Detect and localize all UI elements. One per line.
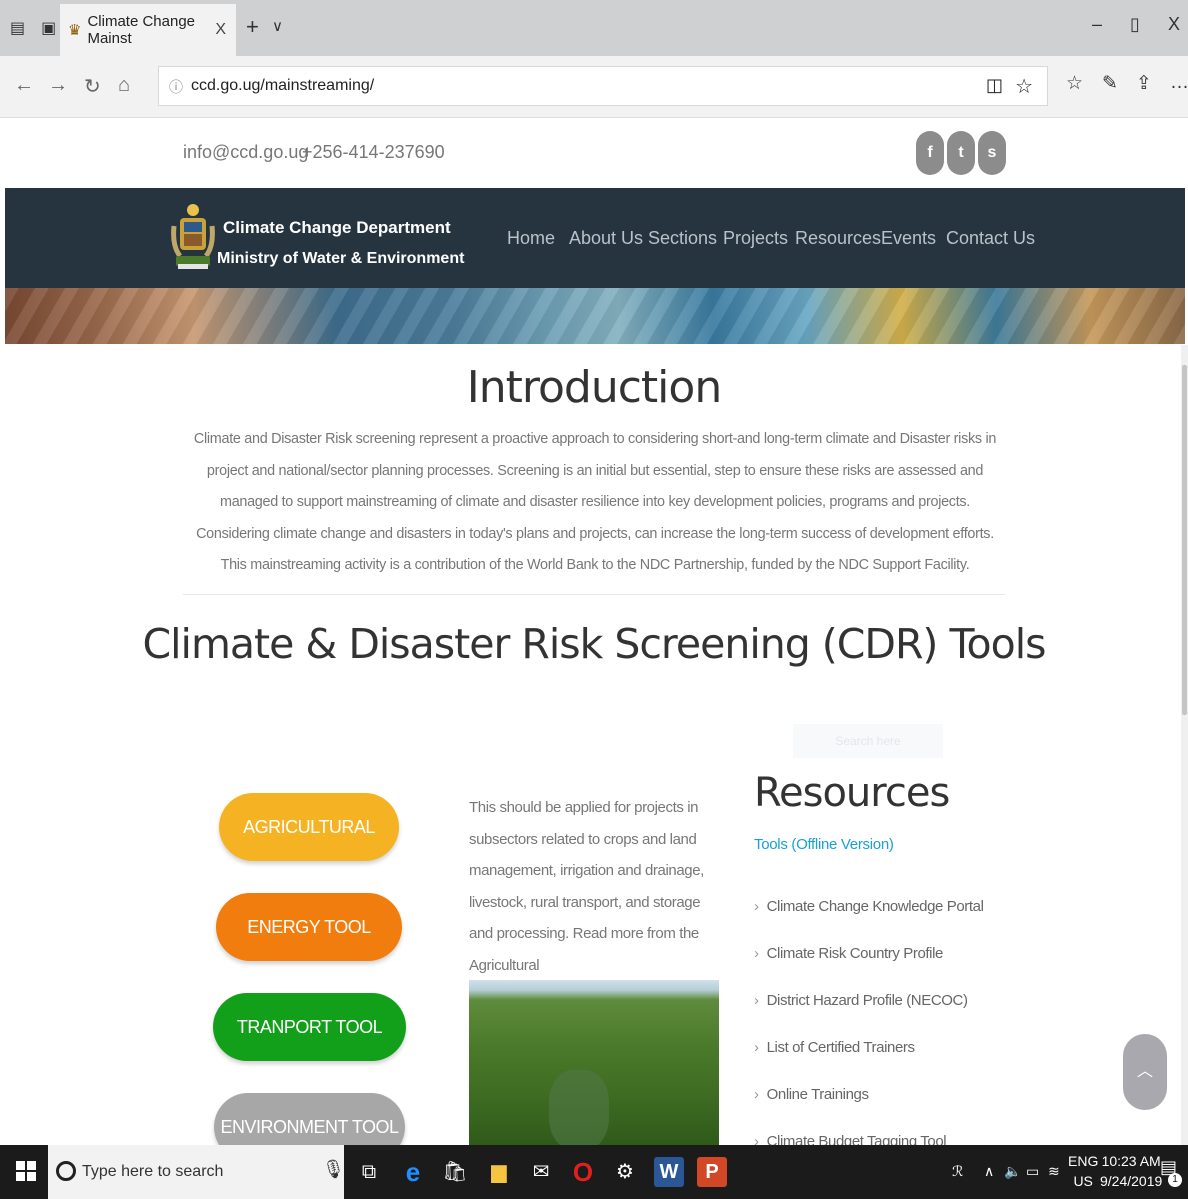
agricultural-tool-button[interactable]: AGRICULTURAL TOOL — [219, 793, 399, 905]
windows-taskbar: Type here to search 🎙 ⧉ e 🛍 ▆ ✉ O ⚙ W P … — [0, 1145, 1188, 1199]
energy-tool-button[interactable]: ENERGY TOOL — [216, 893, 402, 961]
home-icon[interactable]: ⌂ — [118, 74, 130, 97]
nav-projects[interactable]: Projects — [723, 228, 788, 249]
page-scrollbar[interactable] — [1181, 345, 1188, 1145]
wifi-icon[interactable]: ≋ — [1048, 1163, 1060, 1180]
input-language[interactable]: ENG US — [1068, 1151, 1098, 1191]
nav-events[interactable]: Events — [881, 228, 936, 249]
brand-line-1[interactable]: Climate Change Department — [223, 218, 451, 238]
resource-link[interactable]: › District Hazard Profile (NECOC) — [754, 992, 968, 1009]
forest-aerial-image — [469, 980, 719, 1150]
contact-email-link[interactable]: info@ccd.go.ug — [183, 142, 308, 163]
opera-icon[interactable]: O — [568, 1157, 598, 1187]
taskbar-clock[interactable]: 10:23 AM 9/24/2019 — [1100, 1151, 1162, 1191]
intro-text: Climate and Disaster Risk screening repr… — [193, 431, 997, 573]
intro-title: Introduction — [466, 362, 722, 413]
file-explorer-icon[interactable]: ▆ — [484, 1157, 514, 1187]
clock-time: 10:23 AM — [1101, 1153, 1161, 1169]
mail-icon[interactable]: ✉ — [526, 1157, 556, 1187]
resource-link[interactable]: › List of Certified Trainers — [754, 1039, 915, 1056]
cdr-tools-title: Climate & Disaster Risk Screening (CDR) … — [142, 620, 1047, 668]
skype-icon[interactable]: s — [978, 131, 1006, 175]
transport-tool-button[interactable]: TRANPORT TOOL — [213, 993, 406, 1061]
nav-about-us[interactable]: About Us — [569, 228, 643, 249]
resource-link[interactable]: › Climate Change Knowledge Portal — [754, 898, 984, 915]
pen-icon[interactable]: ✎ — [1102, 72, 1118, 95]
taskbar-search-placeholder[interactable]: Type here to search — [82, 1163, 223, 1181]
task-view-icon[interactable]: ⧉ — [354, 1157, 384, 1187]
notification-count-badge: 1 — [1168, 1173, 1182, 1187]
contact-strip: info@ccd.go.ug +256-414-237690 f t s — [0, 120, 1188, 188]
uganda-coat-of-arms-icon[interactable] — [170, 196, 216, 272]
resources-title: Resources — [754, 770, 950, 816]
resource-link[interactable]: › Online Trainings — [754, 1086, 869, 1103]
url-input[interactable]: ⓘ ccd.go.ug/mainstreaming/ ◫ ☆ — [158, 66, 1048, 106]
tab-title: Climate Change Mainst — [87, 13, 196, 47]
chevron-right-icon: › — [754, 1039, 759, 1056]
chevron-right-icon: › — [754, 945, 759, 962]
back-to-top-button[interactable]: ︿ — [1123, 1034, 1167, 1110]
tab-close-button[interactable]: X — [215, 21, 226, 39]
forward-arrow-icon[interactable]: → — [48, 74, 68, 97]
clock-date: 9/24/2019 — [1100, 1173, 1163, 1189]
volume-icon[interactable]: 🔈 — [1004, 1163, 1021, 1180]
site-info-icon[interactable]: ⓘ — [169, 77, 183, 97]
maximize-button[interactable]: ▯ — [1130, 14, 1140, 35]
address-bar-row: ← → ↻ ⌂ ⓘ ccd.go.ug/mainstreaming/ ◫ ☆ — [0, 56, 1188, 118]
new-tab-button[interactable]: + — [246, 14, 259, 40]
url-text[interactable]: ccd.go.ug/mainstreaming/ — [191, 77, 374, 95]
nav-contact-us[interactable]: Contact Us — [946, 228, 1035, 249]
tab-list-button[interactable]: ∨ — [272, 17, 283, 35]
browser-tab-bar: ▤ ▣ ♛ Climate Change Mainst X + ∨ – ▯ X — [0, 0, 1188, 56]
favorite-star-icon[interactable]: ☆ — [1015, 74, 1033, 99]
share-icon[interactable]: ⇪ — [1136, 72, 1152, 95]
taskbar-search[interactable]: Type here to search 🎙 — [48, 1145, 345, 1199]
reading-view-icon[interactable]: ◫ — [986, 75, 1003, 96]
nav-home[interactable]: Home — [507, 228, 555, 249]
people-icon[interactable]: ℛ — [952, 1163, 963, 1180]
site-header: Climate Change Department Ministry of Wa… — [5, 188, 1185, 288]
nav-resources[interactable]: Resources — [795, 228, 881, 249]
set-aside-tabs-icon[interactable]: ▤ — [10, 18, 25, 38]
minimize-button[interactable]: – — [1092, 14, 1102, 35]
chevron-right-icon: › — [754, 898, 759, 915]
chevron-right-icon: › — [754, 1086, 759, 1103]
settings-gear-icon[interactable]: ⚙ — [610, 1157, 640, 1187]
windows-start-icon[interactable] — [16, 1161, 36, 1181]
browser-tab[interactable]: ♛ Climate Change Mainst X — [60, 4, 236, 56]
more-icon[interactable]: … — [1170, 72, 1188, 94]
faded-search-box[interactable]: Search here — [793, 724, 943, 758]
battery-icon[interactable]: ▭ — [1026, 1163, 1039, 1180]
header-banner-image — [5, 288, 1185, 344]
edge-browser-icon[interactable]: e — [398, 1157, 428, 1187]
powerpoint-icon[interactable]: P — [697, 1157, 727, 1187]
section-divider — [183, 594, 1005, 595]
microphone-icon[interactable]: 🎙 — [322, 1159, 345, 1180]
store-icon[interactable]: 🛍 — [440, 1157, 470, 1187]
facebook-icon[interactable]: f — [916, 131, 944, 175]
show-tabs-icon[interactable]: ▣ — [41, 18, 56, 38]
favicon-icon: ♛ — [68, 22, 82, 39]
contact-phone: +256-414-237690 — [302, 142, 445, 162]
tool-description: This should be applied for projects in s… — [469, 799, 704, 974]
nav-sections[interactable]: Sections — [648, 228, 717, 249]
chevron-right-icon: › — [754, 992, 759, 1009]
cortana-icon — [56, 1161, 76, 1181]
offline-tools-link[interactable]: Tools (Offline Version) — [754, 836, 894, 853]
resource-link[interactable]: › Climate Risk Country Profile — [754, 945, 943, 962]
show-hidden-icons-icon[interactable]: ∧ — [984, 1163, 994, 1180]
refresh-icon[interactable]: ↻ — [84, 74, 101, 99]
brand-line-2[interactable]: Ministry of Water & Environment — [217, 250, 464, 268]
window-close-button[interactable]: X — [1168, 14, 1180, 35]
back-arrow-icon[interactable]: ← — [14, 74, 34, 97]
twitter-icon[interactable]: t — [947, 131, 975, 175]
favorites-list-icon[interactable]: ☆ — [1066, 72, 1083, 95]
tab-actions: ▤ ▣ — [10, 18, 56, 38]
word-icon[interactable]: W — [654, 1157, 684, 1187]
chevron-up-icon: ︿ — [1136, 1063, 1153, 1080]
